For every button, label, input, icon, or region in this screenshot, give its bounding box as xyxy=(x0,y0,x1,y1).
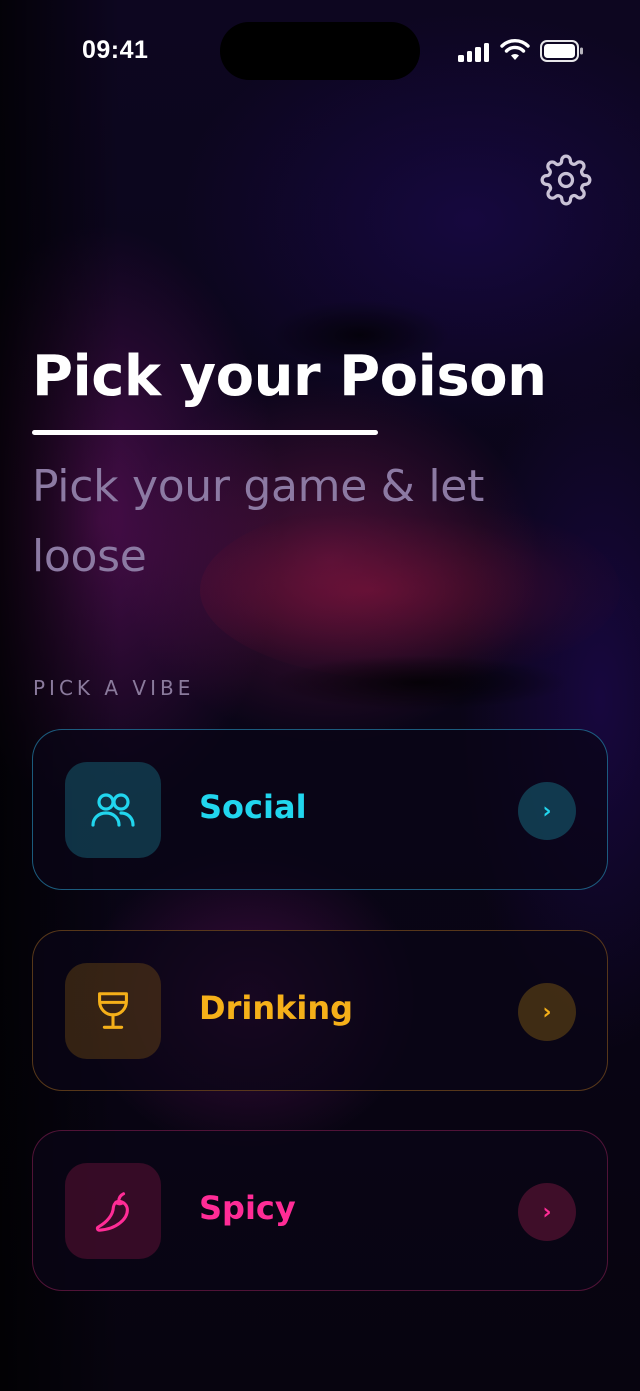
vibe-icon-container xyxy=(65,963,161,1059)
chevron-right-icon[interactable]: › xyxy=(518,782,576,840)
vibe-card-social[interactable]: Social › xyxy=(32,729,608,890)
chevron-right-icon[interactable]: › xyxy=(518,983,576,1041)
battery-icon xyxy=(540,40,583,62)
cellular-signal-icon xyxy=(458,42,492,62)
wine-glass-icon xyxy=(98,992,128,1029)
wifi-icon xyxy=(500,39,530,60)
vibe-icon-container xyxy=(65,1163,161,1259)
title-underline xyxy=(32,430,378,435)
vibe-icon-container xyxy=(65,762,161,858)
status-time: 09:41 xyxy=(82,36,149,64)
chevron-right-icon[interactable]: › xyxy=(518,1183,576,1241)
status-bar: 09:41 xyxy=(0,0,640,100)
section-label: PICK A VIBE xyxy=(33,676,195,700)
dynamic-island xyxy=(220,22,420,80)
vibe-card-spicy[interactable]: Spicy › xyxy=(32,1130,608,1291)
chili-pepper-icon xyxy=(95,1192,129,1232)
settings-gear-icon[interactable] xyxy=(540,154,592,206)
page-title: Pick your Poison xyxy=(32,344,547,409)
people-icon xyxy=(91,793,135,827)
vibe-label: Spicy xyxy=(199,1189,296,1227)
vibe-label: Social xyxy=(199,788,307,826)
page-subtitle: Pick your game & let loose xyxy=(32,461,485,582)
vibe-card-drinking[interactable]: Drinking › xyxy=(32,930,608,1091)
vibe-label: Drinking xyxy=(199,989,354,1027)
